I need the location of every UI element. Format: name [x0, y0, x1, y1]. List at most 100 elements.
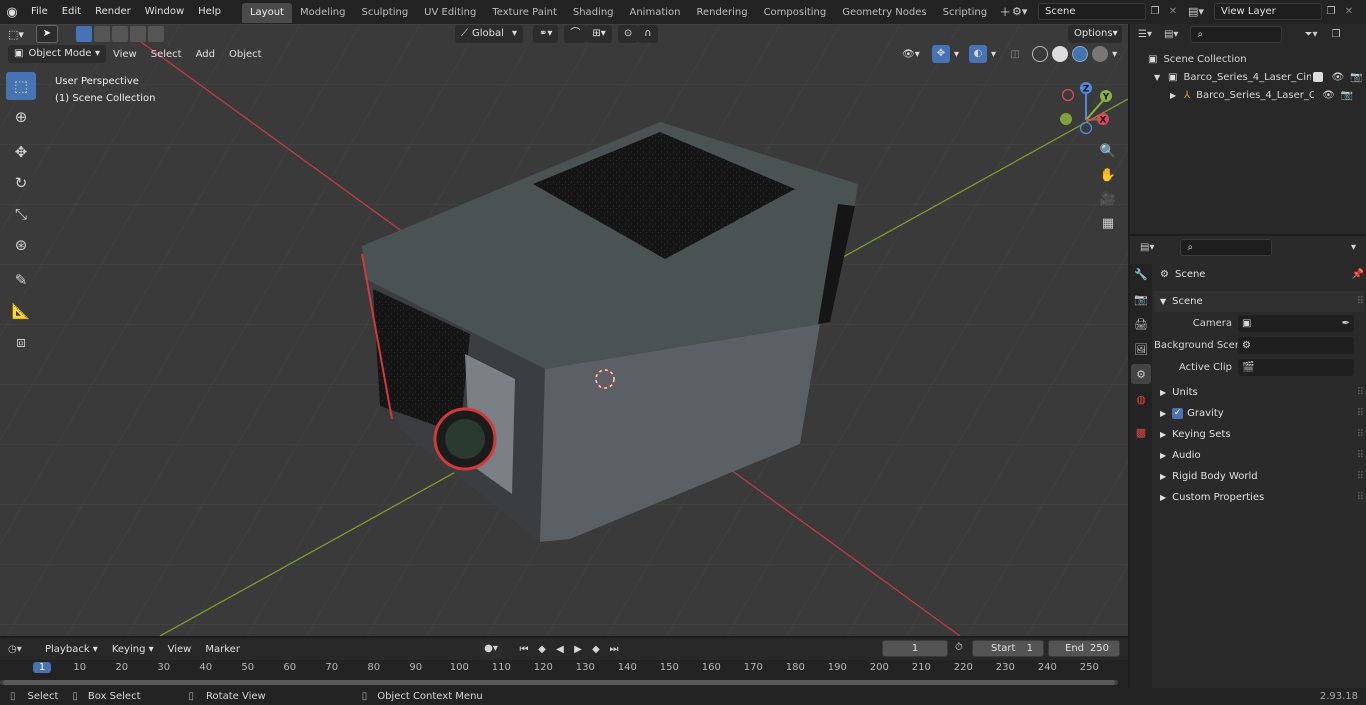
scene-section-header[interactable]: ▼ Scene ⠿: [1154, 291, 1364, 312]
select-mode-invert-icon[interactable]: [130, 26, 146, 42]
jump-start-icon[interactable]: ⏮: [516, 644, 532, 655]
shading-dropdown-icon[interactable]: ▾: [1112, 49, 1117, 60]
eye-icon[interactable]: 👁: [1331, 72, 1344, 83]
annotate-tool-icon[interactable]: ✎: [6, 266, 36, 294]
pivot-point-icon[interactable]: ⚭▾: [533, 25, 559, 43]
stopwatch-icon[interactable]: ⏱: [955, 642, 963, 653]
tab-geometry-nodes[interactable]: Geometry Nodes: [834, 3, 934, 23]
select-mode-new-icon[interactable]: [76, 26, 92, 42]
properties-options-icon[interactable]: ▾: [1351, 242, 1356, 253]
drag-handle-icon[interactable]: ⠿: [1357, 291, 1364, 312]
record-icon[interactable]: ●▾: [480, 640, 502, 658]
delete-view-layer-icon[interactable]: ✕: [1340, 6, 1358, 17]
gizmo-toggle-icon[interactable]: ✥: [932, 45, 950, 63]
panel-custom-properties[interactable]: ▶ Custom Properties ⠿: [1154, 487, 1364, 508]
end-frame-field[interactable]: End 250: [1048, 640, 1120, 657]
menu-view[interactable]: View: [106, 49, 144, 60]
select-box-tool-icon[interactable]: ⬚: [6, 72, 36, 100]
visibility-icon[interactable]: 👁▾: [902, 49, 928, 60]
timeline-ruler[interactable]: 1 10 20 30 40 50 60 70 80 90 100 110 120 130 140 150 160…: [0, 660, 1128, 688]
camera-field[interactable]: ▣ ✒: [1238, 314, 1354, 332]
next-keyframe-icon[interactable]: ◆: [588, 644, 604, 655]
blender-logo-icon[interactable]: ◉: [0, 0, 24, 24]
material-shading-icon[interactable]: [1072, 46, 1089, 62]
outliner-row[interactable]: ▶ ⅄ Barco_Series_4_Laser_Ci 👁 📷: [1130, 86, 1366, 104]
tab-layout[interactable]: Layout: [241, 3, 292, 23]
gizmo-dropdown-icon[interactable]: ▾: [954, 49, 959, 60]
falloff-icon[interactable]: ∩: [638, 25, 658, 43]
drag-handle-icon[interactable]: ⠿: [1357, 445, 1364, 466]
3d-viewport[interactable]: ⬚▾ ➤ ⟋ Global ▾ ⚭▾ ⌒ ⊞▾ ⊙ ∩ Options ▾ ▣ …: [0, 24, 1128, 636]
gizmo-neg-z-handle[interactable]: [1079, 121, 1093, 135]
drag-handle-icon[interactable]: ⠿: [1357, 466, 1364, 487]
menu-marker[interactable]: Marker: [198, 644, 247, 655]
options-dropdown[interactable]: Options ▾: [1068, 25, 1122, 43]
rotate-tool-icon[interactable]: ↻: [6, 169, 36, 197]
scale-tool-icon[interactable]: ⤡: [6, 200, 36, 228]
menu-edit[interactable]: Edit: [55, 0, 88, 24]
timeline-editor-icon[interactable]: ◷▾: [8, 644, 38, 655]
wireframe-shading-icon[interactable]: [1032, 46, 1049, 62]
tab-texture-paint[interactable]: Texture Paint: [484, 3, 565, 23]
panel-gravity[interactable]: ▶ ✓ Gravity ⠿: [1154, 403, 1364, 424]
menu-playback[interactable]: Playback ▾: [38, 644, 105, 655]
menu-add[interactable]: Add: [189, 49, 222, 60]
add-cube-tool-icon[interactable]: ⧈: [6, 328, 36, 356]
output-tab-icon[interactable]: 🖨: [1131, 314, 1151, 334]
panel-units[interactable]: ▶ Units ⠿: [1154, 382, 1364, 403]
cursor-tool-icon[interactable]: ⊕: [6, 103, 36, 131]
menu-timeline-view[interactable]: View: [161, 644, 199, 655]
gravity-checkbox[interactable]: ✓: [1172, 408, 1184, 419]
scene-name-field[interactable]: Scene: [1038, 3, 1146, 20]
display-mode-icon[interactable]: ▤▾: [1164, 29, 1178, 40]
snap-target-icon[interactable]: ⊞▾: [586, 25, 612, 43]
menu-window[interactable]: Window: [138, 0, 191, 24]
select-tool-icon[interactable]: ➤: [36, 25, 58, 43]
move-tool-icon[interactable]: ✥: [6, 138, 36, 166]
viewport-scene[interactable]: [0, 24, 1128, 636]
active-clip-field[interactable]: 🎬: [1238, 358, 1354, 376]
xray-toggle-icon[interactable]: ◫: [1006, 49, 1024, 60]
checkbox-icon[interactable]: [1313, 72, 1324, 82]
drag-handle-icon[interactable]: ⠿: [1357, 403, 1364, 424]
scene-tab-icon[interactable]: ⚙: [1131, 364, 1151, 384]
render-tab-icon[interactable]: 📷: [1131, 289, 1151, 309]
panel-keying-sets[interactable]: ▶ Keying Sets ⠿: [1154, 424, 1364, 445]
drag-handle-icon[interactable]: ⠿: [1357, 424, 1364, 445]
camera-view-icon[interactable]: 🎥: [1096, 187, 1120, 211]
eyedropper-icon[interactable]: ✒: [1342, 318, 1350, 329]
expand-arrow-icon[interactable]: ▶: [1170, 91, 1180, 100]
pin-icon[interactable]: 📌: [1352, 264, 1364, 285]
tab-uv-editing[interactable]: UV Editing: [416, 3, 484, 23]
menu-object[interactable]: Object: [222, 49, 269, 60]
panel-audio[interactable]: ▶ Audio ⠿: [1154, 445, 1364, 466]
eye-icon[interactable]: 👁: [1322, 90, 1335, 101]
properties-search-input[interactable]: ⌕: [1180, 238, 1273, 256]
menu-file[interactable]: File: [24, 0, 55, 24]
solid-shading-icon[interactable]: [1052, 46, 1069, 62]
tab-shading[interactable]: Shading: [565, 3, 622, 23]
select-mode-extend-icon[interactable]: [94, 26, 110, 42]
delete-scene-icon[interactable]: ✕: [1164, 6, 1182, 17]
texture-tab-icon[interactable]: ▩: [1131, 422, 1151, 442]
overlays-dropdown-icon[interactable]: ▾: [991, 49, 996, 60]
current-frame-field[interactable]: 1: [882, 640, 948, 657]
play-reverse-icon[interactable]: ◀: [552, 644, 568, 655]
world-tab-icon[interactable]: ◍: [1131, 389, 1151, 409]
tool-tab-icon[interactable]: 🔧: [1131, 264, 1151, 284]
zoom-icon[interactable]: 🔍: [1096, 139, 1120, 163]
view-layer-tab-icon[interactable]: 🖼: [1131, 339, 1151, 359]
drag-handle-icon[interactable]: ⠿: [1357, 487, 1364, 508]
view-layer-field[interactable]: View Layer: [1214, 3, 1322, 20]
snap-toggle-icon[interactable]: ⌒: [564, 25, 587, 43]
proportional-edit-icon[interactable]: ⊙: [617, 25, 639, 43]
menu-select[interactable]: Select: [144, 49, 189, 60]
tab-scripting[interactable]: Scripting: [935, 3, 995, 23]
gizmo-neg-y-handle[interactable]: [1060, 113, 1072, 125]
overlays-toggle-icon[interactable]: ◐: [969, 45, 988, 63]
perspective-toggle-icon[interactable]: ▦: [1096, 211, 1120, 235]
view-layer-icon[interactable]: ▤▾: [1188, 5, 1214, 18]
timeline-scrollbar[interactable]: [0, 680, 1118, 685]
menu-keying[interactable]: Keying ▾: [105, 644, 161, 655]
start-frame-field[interactable]: Start 1: [972, 640, 1044, 657]
